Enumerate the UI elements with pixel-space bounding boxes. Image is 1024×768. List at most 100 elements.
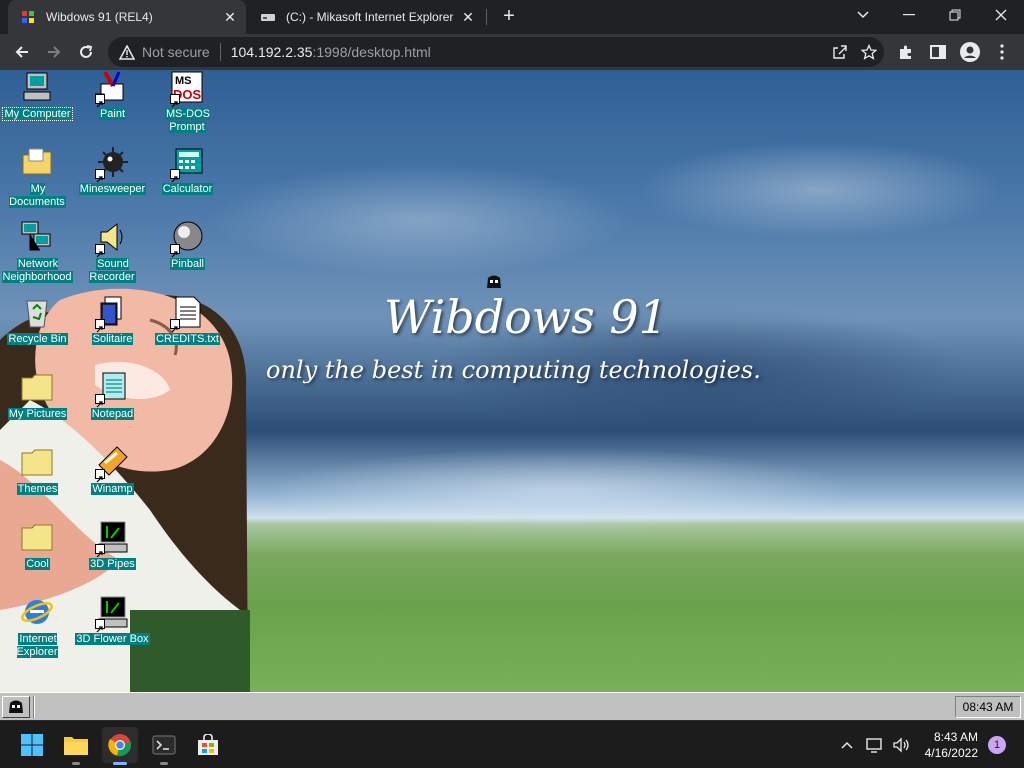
- share-icon[interactable]: [826, 44, 854, 60]
- side-panel-button[interactable]: [924, 38, 952, 66]
- system-clock[interactable]: 8:43 AM 4/16/2022: [918, 729, 978, 761]
- close-tab-icon[interactable]: ✕: [458, 7, 478, 27]
- running-indicator: [160, 762, 168, 765]
- tab-internet-explorer[interactable]: (C:) - Mikasoft Internet Explorer ✕: [248, 0, 484, 34]
- icon-label: Pinball: [169, 258, 206, 270]
- tab-title: (C:) - Mikasoft Internet Explorer: [286, 10, 454, 24]
- network-status-button[interactable]: [864, 733, 886, 757]
- icon-label: Sound Recorder: [89, 258, 136, 283]
- desktop-icon-my-pictures[interactable]: My Pictures: [0, 370, 75, 442]
- menu-button[interactable]: [988, 38, 1016, 66]
- desktop-icon-solitaire[interactable]: Solitaire: [75, 295, 150, 367]
- volume-button[interactable]: [890, 733, 912, 757]
- store-button[interactable]: [190, 727, 226, 763]
- extensions-button[interactable]: [892, 38, 920, 66]
- wibdows-clock[interactable]: 08:43 AM: [955, 696, 1021, 718]
- profile-button[interactable]: [956, 38, 984, 66]
- shortcut-arrow-icon: [95, 244, 105, 258]
- kebab-menu-icon: [1000, 44, 1004, 60]
- clock-date: 4/16/2022: [924, 746, 978, 760]
- minimize-icon: [903, 14, 915, 16]
- notification-badge[interactable]: 1: [988, 736, 1006, 754]
- desktop-icon-calculator[interactable]: Calculator: [150, 145, 225, 217]
- shortcut-arrow-icon: [170, 319, 180, 333]
- running-indicator: [113, 762, 127, 765]
- icon-label: Winamp: [91, 483, 134, 495]
- wibdows-start-button[interactable]: [2, 696, 30, 718]
- desktop-icon-recycle-bin[interactable]: Recycle Bin: [0, 295, 75, 367]
- start-button[interactable]: [14, 727, 50, 763]
- desktop-icon-credits[interactable]: CREDITS.txt: [150, 295, 225, 367]
- restore-button[interactable]: [932, 0, 978, 30]
- os-taskbar: 8:43 AM 4/16/2022 1: [0, 720, 1024, 768]
- bookmark-star-icon[interactable]: [854, 44, 884, 60]
- terminal-icon: [152, 735, 176, 755]
- page-viewport: Wibdows 91 only the best in computing te…: [0, 70, 1024, 720]
- desktop-icon-ms-dos[interactable]: MS DOS MS-DOS Prompt: [150, 70, 225, 142]
- shortcut-arrow-icon: [95, 94, 105, 108]
- terminal-button[interactable]: [146, 727, 182, 765]
- desktop-title: Wibdows 91: [384, 290, 668, 344]
- desktop-icon-3d-flower-box[interactable]: 3D Flower Box: [75, 595, 150, 667]
- url-host: 104.192.2.35: [230, 44, 313, 60]
- reload-button[interactable]: [72, 38, 100, 66]
- network-status-icon: [866, 738, 882, 753]
- desktop-icon-internet-explorer[interactable]: Internet Explorer: [0, 595, 75, 667]
- desktop-icon-minesweeper[interactable]: Minesweeper: [75, 145, 150, 217]
- minimize-button[interactable]: [886, 0, 932, 30]
- close-window-button[interactable]: [978, 0, 1024, 30]
- tab-title: Wibdows 91 (REL4): [46, 10, 153, 24]
- new-tab-button[interactable]: +: [497, 6, 521, 28]
- shortcut-arrow-icon: [95, 319, 105, 333]
- show-hidden-icons-button[interactable]: [836, 733, 858, 757]
- security-label[interactable]: Not secure: [142, 44, 210, 60]
- chrome-button[interactable]: [102, 727, 138, 765]
- file-explorer-button[interactable]: [58, 727, 94, 765]
- shortcut-arrow-icon: [95, 394, 105, 408]
- tab-search-button[interactable]: [840, 0, 886, 30]
- desktop-icon-my-documents[interactable]: My Documents: [0, 145, 75, 217]
- desktop-icon-pinball[interactable]: Pinball: [150, 220, 225, 292]
- back-button[interactable]: [8, 38, 36, 66]
- icon-label: Cool: [25, 558, 50, 570]
- shortcut-arrow-icon: [95, 469, 105, 483]
- recycle-bin-icon: [26, 300, 48, 328]
- address-bar[interactable]: Not secure 104.192.2.35 :1998/desktop.ht…: [108, 37, 884, 67]
- desktop-icon-network[interactable]: Network Neighborhood: [0, 220, 75, 292]
- restore-icon: [949, 9, 961, 21]
- icon-label: Solitaire: [91, 333, 134, 345]
- icon-label: 3D Flower Box: [75, 633, 150, 645]
- puzzle-icon: [900, 45, 911, 59]
- network-icon: [21, 221, 51, 251]
- svg-text:MS: MS: [175, 75, 192, 87]
- close-tab-icon[interactable]: ✕: [220, 7, 240, 27]
- icon-label: My Documents: [9, 183, 66, 208]
- desktop-icon-my-computer[interactable]: My Computer: [0, 70, 75, 142]
- tab-wibdows-91[interactable]: Wibdows 91 (REL4) ✕: [8, 0, 246, 34]
- shortcut-arrow-icon: [95, 169, 105, 183]
- desktop-icon-cool[interactable]: Cool: [0, 520, 75, 592]
- desktop-icon-notepad[interactable]: Notepad: [75, 370, 150, 442]
- icon-label: Network Neighborhood: [2, 258, 73, 283]
- icon-label: Minesweeper: [78, 183, 147, 195]
- folder-icon: [21, 524, 53, 551]
- cursor-sprite-icon: [487, 275, 501, 288]
- icon-label: My Pictures: [7, 408, 68, 420]
- icon-label: Recycle Bin: [7, 333, 68, 345]
- start-logo-icon: [9, 700, 23, 713]
- shortcut-arrow-icon: [95, 544, 105, 558]
- desktop-icon-themes[interactable]: Themes: [0, 445, 75, 517]
- store-icon: [198, 734, 218, 755]
- warning-icon[interactable]: [118, 43, 136, 61]
- desktop-icon-paint[interactable]: Paint: [75, 70, 150, 142]
- forward-arrow-icon: [48, 46, 61, 58]
- running-indicator: [72, 762, 80, 765]
- shortcut-arrow-icon: [95, 619, 105, 633]
- forward-button[interactable]: [40, 38, 68, 66]
- reload-icon: [80, 45, 93, 58]
- desktop-icon-3d-pipes[interactable]: 3D Pipes: [75, 520, 150, 592]
- desktop-icon-winamp[interactable]: Winamp: [75, 445, 150, 517]
- browser-tab-strip: Wibdows 91 (REL4) ✕ (C:) - Mikasoft Inte…: [0, 0, 1024, 34]
- desktop-icon-sound-recorder[interactable]: Sound Recorder: [75, 220, 150, 292]
- icon-label: My Computer: [2, 107, 73, 121]
